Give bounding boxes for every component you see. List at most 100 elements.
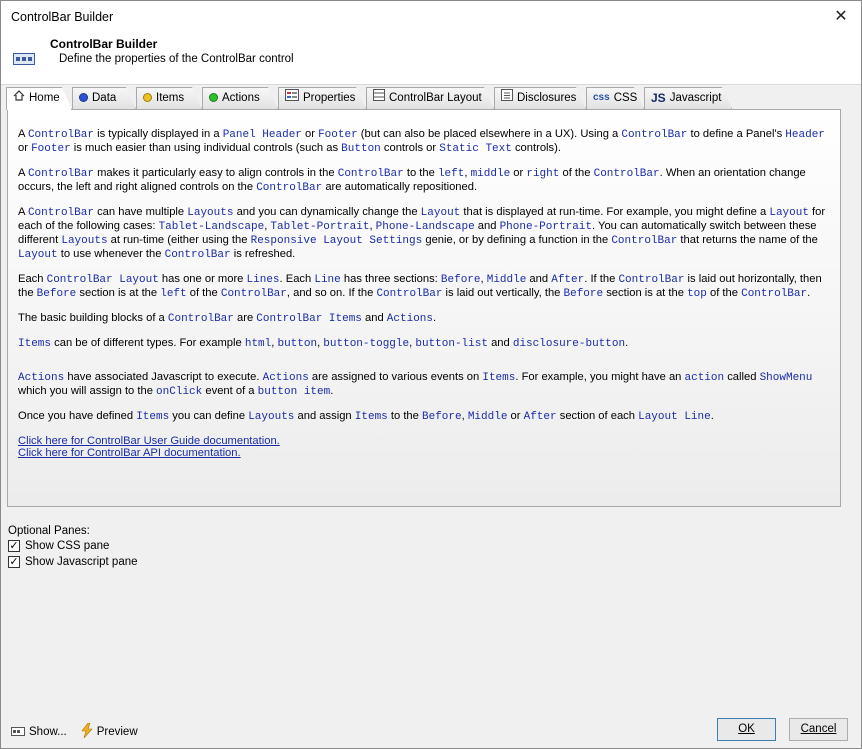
code-term: Actions <box>262 372 309 384</box>
code-term: Header <box>785 129 825 141</box>
blue-dot-icon <box>79 93 88 102</box>
text-run: and you can dynamically change the <box>233 206 421 218</box>
code-term: Items <box>136 411 170 423</box>
code-term: top <box>687 288 707 300</box>
tab-javascript[interactable]: JS Javascript <box>644 87 732 109</box>
dialog-window: ControlBar Builder ✕ ControlBar Builder … <box>0 0 862 749</box>
code-term: Layouts <box>61 235 108 247</box>
js-icon: JS <box>651 91 666 105</box>
code-term: Actions <box>18 372 65 384</box>
code-term: middle <box>470 168 511 180</box>
text-run: . <box>330 385 334 397</box>
code-term: Before <box>36 288 77 300</box>
show-js-pane-row[interactable]: ✓ Show Javascript pane <box>8 554 138 569</box>
text-run: controls). <box>511 142 561 154</box>
code-term: button-list <box>415 338 488 350</box>
text-run: A <box>18 167 28 179</box>
code-term: Layouts <box>248 411 295 423</box>
text-run: or <box>301 128 319 140</box>
code-term: ControlBar <box>621 129 688 141</box>
text-run: to define a Panel's <box>687 128 786 140</box>
text-run: at run-time (either using the <box>107 234 251 246</box>
code-term: ControlBar <box>376 288 443 300</box>
text-run: section of each <box>556 410 639 422</box>
text-run: has three sections: <box>340 273 441 285</box>
paragraph-8: Once you have defined Items you can defi… <box>18 410 830 424</box>
text-run: which you will assign to the <box>18 385 157 397</box>
code-term: Items <box>354 411 388 423</box>
tab-actions[interactable]: Actions <box>202 87 278 109</box>
code-term: Line <box>314 274 341 286</box>
tab-data[interactable]: Data <box>72 87 136 109</box>
tab-controlbar-layout[interactable]: ControlBar Layout <box>366 87 494 109</box>
text-run: you can define <box>169 410 249 422</box>
text-run: controls or <box>380 142 440 154</box>
text-run: Once you have defined <box>18 410 137 422</box>
layout-icon <box>373 88 385 108</box>
code-term: Panel Header <box>222 129 302 141</box>
text-run: A <box>18 128 28 140</box>
code-term: Layouts <box>187 207 234 219</box>
lightning-icon <box>81 722 93 741</box>
show-js-pane-checkbox[interactable]: ✓ <box>8 555 20 568</box>
preview-button[interactable]: Preview <box>97 726 138 738</box>
user-guide-link[interactable]: Click here for ControlBar User Guide doc… <box>18 435 830 447</box>
text-run: The basic building blocks of a <box>18 312 168 324</box>
code-term: ControlBar <box>256 182 323 194</box>
text-run: can be of different types. For example <box>51 337 245 349</box>
code-term: ControlBar <box>220 288 287 300</box>
text-run: . <box>433 312 437 324</box>
text-run: or <box>18 142 32 154</box>
code-term: ShowMenu <box>759 372 813 384</box>
text-run: of the <box>186 287 221 299</box>
optional-panes-label: Optional Panes: <box>8 525 90 537</box>
text-run: and <box>526 273 552 285</box>
tab-disclosures[interactable]: Disclosures <box>494 87 586 109</box>
text-run: is refreshed. <box>230 248 296 260</box>
close-icon[interactable]: ✕ <box>827 4 855 30</box>
text-run: (but can also be placed elsewhere in a U… <box>357 128 622 140</box>
code-term: Before <box>563 288 604 300</box>
text-run: to the <box>387 410 422 422</box>
properties-icon <box>285 88 299 108</box>
text-run: . For example, you might have an <box>515 371 685 383</box>
text-run: can have multiple <box>93 206 188 218</box>
code-term: Middle <box>486 274 527 286</box>
text-run: and <box>361 312 387 324</box>
window-title: ControlBar Builder <box>11 10 114 24</box>
text-run: . <box>625 337 629 349</box>
show-icon <box>11 725 25 740</box>
text-run: . Each <box>279 273 315 285</box>
text-run: . <box>710 410 714 422</box>
code-term: Static Text <box>439 143 512 155</box>
cancel-button[interactable]: Cancel <box>789 718 848 741</box>
text-run: and assign <box>294 410 355 422</box>
text-run: . <box>807 287 811 299</box>
yellow-dot-icon <box>143 93 152 102</box>
code-term: Tablet-Landscape <box>158 221 265 233</box>
code-term: ControlBar <box>593 168 660 180</box>
code-term: Layout <box>769 207 809 219</box>
code-term: Phone-Landscape <box>375 221 475 233</box>
tab-css[interactable]: css CSS <box>586 87 644 109</box>
text-run: is typically displayed in a <box>93 128 223 140</box>
text-run: has one or more <box>158 273 247 285</box>
code-term: onClick <box>156 386 203 398</box>
paragraph-3: A ControlBar can have multiple Layouts a… <box>18 206 830 262</box>
code-term: ControlBar Layout <box>46 274 159 286</box>
code-term: ControlBar <box>741 288 808 300</box>
tab-items[interactable]: Items <box>136 87 202 109</box>
text-run: event of a <box>202 385 258 397</box>
tab-properties[interactable]: Properties <box>278 87 366 109</box>
api-doc-link[interactable]: Click here for ControlBar API documentat… <box>18 447 830 459</box>
show-css-pane-checkbox[interactable]: ✓ <box>8 539 20 552</box>
code-term: After <box>523 411 557 423</box>
show-css-pane-row[interactable]: ✓ Show CSS pane <box>8 538 138 553</box>
code-term: Middle <box>467 411 508 423</box>
ok-button[interactable]: OK <box>717 718 776 741</box>
paragraph-7: Actions have associated Javascript to ex… <box>18 371 830 399</box>
text-run: are assigned to various events on <box>308 371 483 383</box>
code-term: ControlBar <box>618 274 685 286</box>
tab-home[interactable]: Home <box>6 87 72 110</box>
show-button[interactable]: Show... <box>29 726 67 738</box>
